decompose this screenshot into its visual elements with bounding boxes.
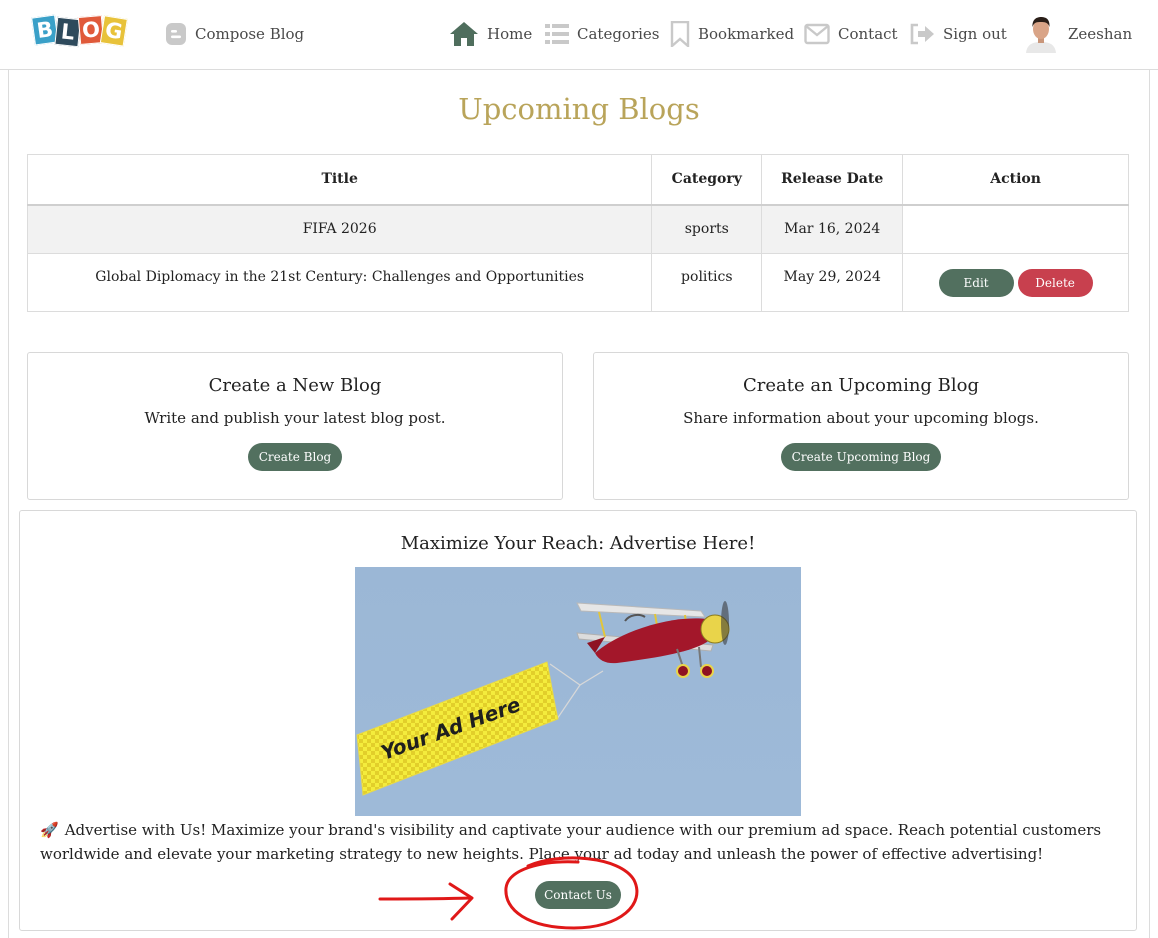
nav-home-label: Home bbox=[487, 25, 533, 43]
home-icon bbox=[449, 21, 479, 47]
advert-body-text: Advertise with Us! Maximize your brand's… bbox=[40, 821, 1102, 863]
logo-tile: L bbox=[54, 16, 82, 48]
table-row: Global Diplomacy in the 21st Century: Ch… bbox=[26, 253, 1129, 312]
rocket-icon: 🚀 bbox=[40, 821, 59, 839]
user-avatar[interactable] bbox=[1025, 15, 1057, 53]
blogger-icon bbox=[165, 22, 187, 46]
sign-out-icon bbox=[909, 22, 935, 46]
nav-categories[interactable]: Categories bbox=[545, 20, 660, 48]
cell-title: FIFA 2026 bbox=[26, 204, 653, 254]
nav-sign-out-label: Sign out bbox=[943, 25, 1007, 43]
bookmark-icon bbox=[670, 21, 690, 47]
cell-release-date: May 29, 2024 bbox=[761, 253, 904, 312]
cell-release-date: Mar 16, 2024 bbox=[761, 204, 904, 254]
card-description: Share information about your upcoming bl… bbox=[683, 409, 1039, 427]
blog-logo[interactable]: B L O G bbox=[31, 14, 128, 48]
column-header-category: Category bbox=[651, 154, 763, 206]
table-row: FIFA 2026 sports Mar 16, 2024 bbox=[26, 204, 1129, 254]
create-blog-card: Create a New Blog Write and publish your… bbox=[27, 352, 563, 500]
navbar: B L O G Compose Blog Home Categories Boo… bbox=[0, 0, 1158, 70]
nav-bookmarked-label: Bookmarked bbox=[698, 25, 795, 43]
table-header-row: Title Category Release Date Action bbox=[26, 154, 1129, 206]
compose-blog-link[interactable]: Compose Blog bbox=[165, 20, 304, 48]
nav-sign-out[interactable]: Sign out bbox=[909, 20, 1007, 48]
create-blog-button[interactable]: Create Blog bbox=[247, 443, 343, 471]
compose-blog-label: Compose Blog bbox=[195, 25, 305, 43]
contact-us-button[interactable]: Contact Us bbox=[535, 881, 621, 909]
cell-category: sports bbox=[651, 204, 763, 254]
card-title: Create an Upcoming Blog bbox=[742, 375, 980, 396]
user-name-label: Zeeshan bbox=[1068, 25, 1133, 43]
cell-action bbox=[902, 204, 1129, 254]
advert-heading: Maximize Your Reach: Advertise Here! bbox=[400, 533, 756, 554]
nav-bookmarked[interactable]: Bookmarked bbox=[670, 20, 794, 48]
cell-action: Edit Delete bbox=[902, 253, 1129, 312]
nav-contact-label: Contact bbox=[838, 25, 898, 43]
list-icon bbox=[545, 22, 569, 46]
column-header-release-date: Release Date bbox=[761, 154, 904, 206]
envelope-icon bbox=[804, 23, 830, 45]
advert-body: 🚀 Advertise with Us! Maximize your brand'… bbox=[40, 818, 1120, 866]
logo-tile: G bbox=[99, 15, 128, 47]
advertisement-panel: Maximize Your Reach: Advertise Here! You… bbox=[19, 510, 1137, 931]
card-title: Create a New Blog bbox=[208, 375, 382, 396]
cell-title: Global Diplomacy in the 21st Century: Ch… bbox=[26, 253, 653, 312]
create-upcoming-blog-button[interactable]: Create Upcoming Blog bbox=[780, 443, 942, 471]
edit-button[interactable]: Edit bbox=[938, 268, 1014, 297]
nav-categories-label: Categories bbox=[577, 25, 660, 43]
cell-category: politics bbox=[651, 253, 763, 312]
column-header-action: Action bbox=[902, 154, 1129, 206]
card-description: Write and publish your latest blog post. bbox=[144, 409, 446, 427]
page-title: Upcoming Blogs bbox=[458, 92, 700, 126]
column-header-title: Title bbox=[26, 154, 653, 206]
user-name[interactable]: Zeeshan bbox=[1068, 20, 1132, 48]
upcoming-blogs-table: Title Category Release Date Action FIFA … bbox=[26, 154, 1129, 312]
nav-contact[interactable]: Contact bbox=[804, 20, 898, 48]
delete-button[interactable]: Delete bbox=[1017, 268, 1093, 297]
advert-image: Your Ad Here bbox=[355, 567, 801, 816]
create-upcoming-blog-card: Create an Upcoming Blog Share informatio… bbox=[593, 352, 1129, 500]
nav-home[interactable]: Home bbox=[449, 20, 532, 48]
